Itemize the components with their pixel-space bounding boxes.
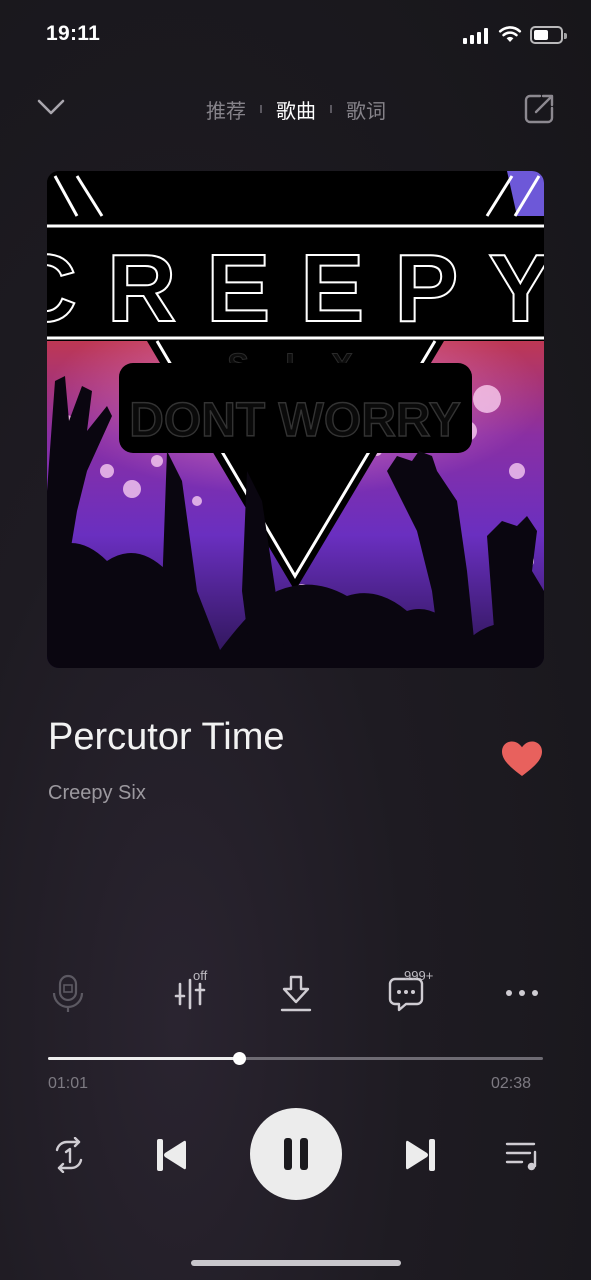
pause-icon	[284, 1138, 308, 1170]
album-artwork: CREEPY S I X DONT WORRY	[47, 171, 544, 668]
heart-icon[interactable]	[500, 740, 544, 778]
repeat-one-icon	[55, 1137, 83, 1173]
cellular-signal-icon	[463, 28, 488, 44]
download-icon	[280, 975, 312, 1012]
tab-recommend[interactable]: 推荐	[206, 95, 246, 124]
comments-button[interactable]: 999+	[386, 968, 446, 1016]
chevron-down-icon[interactable]	[36, 94, 66, 120]
comments-count-badge: 999+	[404, 968, 434, 983]
artwork-tagline-text: DONT WORRY	[129, 394, 461, 447]
progress-bar[interactable]	[48, 1052, 543, 1065]
microphone-icon	[52, 974, 84, 1012]
tab-song[interactable]: 歌曲	[276, 95, 316, 124]
previous-button[interactable]	[150, 1134, 192, 1176]
repeat-one-button[interactable]	[48, 1134, 90, 1176]
pause-button[interactable]	[250, 1108, 342, 1200]
artwork-brand-text: CREEPY	[47, 235, 544, 342]
skip-previous-icon	[157, 1139, 186, 1171]
album-artwork-image: CREEPY S I X DONT WORRY	[47, 171, 544, 668]
effects-badge: off	[193, 968, 208, 983]
sing-button[interactable]	[48, 970, 88, 1016]
skip-next-icon	[406, 1139, 435, 1171]
tab-divider	[330, 105, 332, 113]
artist-name[interactable]: Creepy Six	[48, 782, 146, 805]
battery-icon	[530, 26, 567, 44]
sound-effects-button[interactable]: off	[165, 968, 215, 1016]
current-time: 01:01	[48, 1075, 89, 1092]
total-time: 02:38	[491, 1075, 532, 1092]
tab-lyrics[interactable]: 歌词	[346, 95, 386, 124]
progress-knob[interactable]	[232, 1052, 246, 1065]
track-title: Percutor Time	[48, 716, 285, 758]
status-time: 19:11	[46, 22, 101, 45]
more-button[interactable]	[502, 970, 542, 1016]
playlist-button[interactable]	[502, 1134, 544, 1176]
tab-bar: 推荐 歌曲 歌词	[180, 94, 412, 124]
next-button[interactable]	[400, 1134, 442, 1176]
tab-divider	[260, 105, 262, 113]
wifi-icon	[498, 26, 522, 42]
share-icon[interactable]	[522, 92, 556, 126]
more-icon	[506, 990, 538, 996]
download-button[interactable]	[276, 970, 316, 1016]
home-indicator[interactable]	[191, 1260, 401, 1266]
progress-played	[48, 1057, 240, 1060]
playlist-icon	[505, 1142, 537, 1171]
